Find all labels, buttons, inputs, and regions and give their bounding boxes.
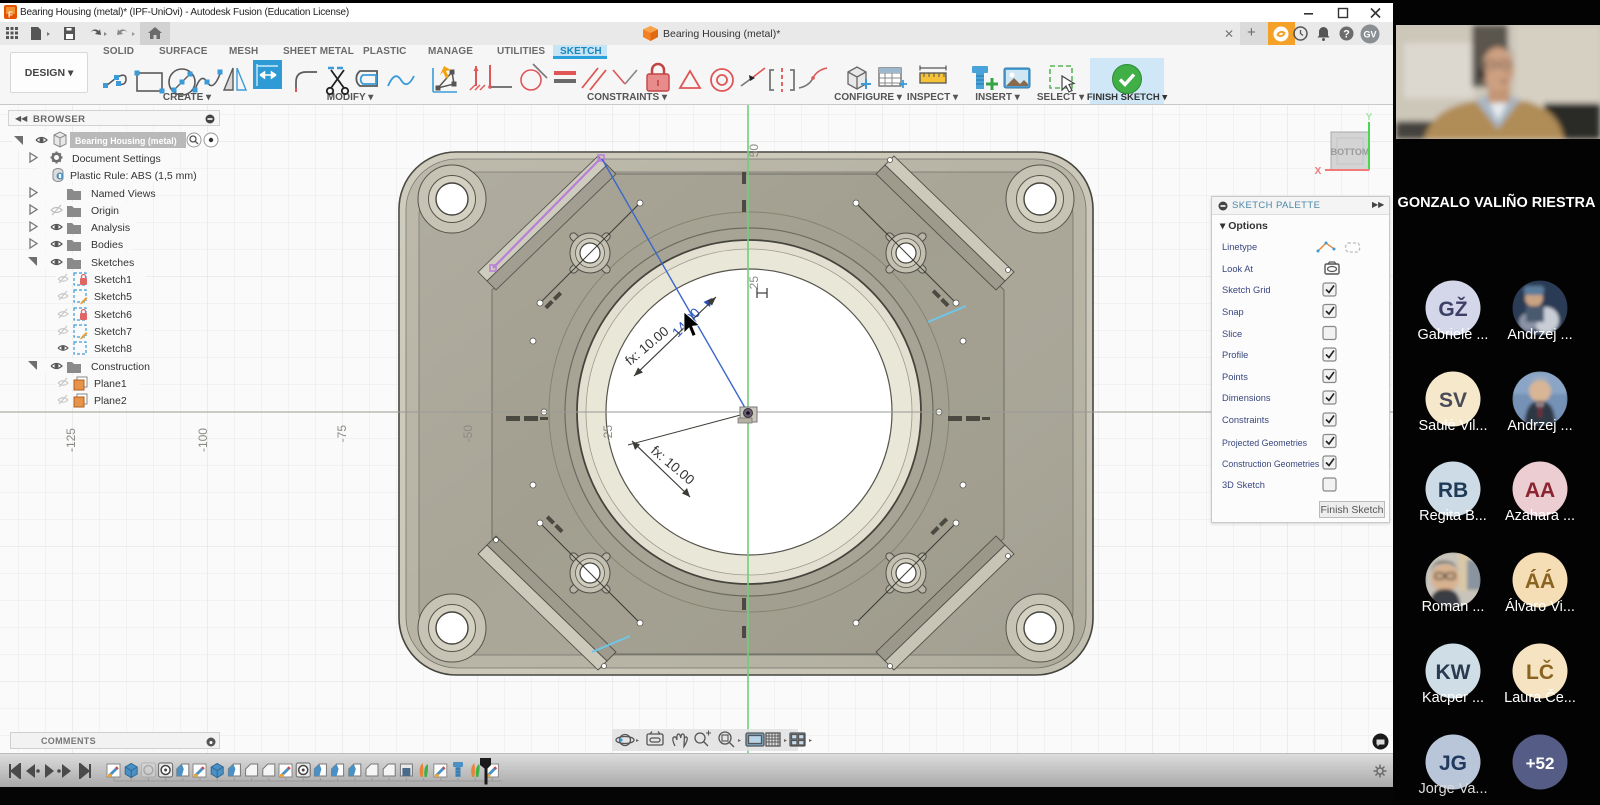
svg-text:LČ: LČ <box>1526 660 1554 684</box>
svg-text:Plastic Rule: ABS (1,5 mm): Plastic Rule: ABS (1,5 mm) <box>70 170 197 182</box>
svg-text:Álvaro Vi...: Álvaro Vi... <box>1505 598 1575 615</box>
svg-text:SV: SV <box>1439 389 1467 412</box>
svg-text:GV: GV <box>1363 30 1376 40</box>
svg-text:Roman ...: Roman ... <box>1422 599 1485 615</box>
svg-text:25: 25 <box>747 276 761 290</box>
svg-text:Sketches: Sketches <box>91 257 134 269</box>
svg-text:-50: -50 <box>461 425 475 443</box>
svg-text:Named Views: Named Views <box>91 188 156 200</box>
svg-text:JG: JG <box>1439 752 1467 775</box>
svg-text:Construction: Construction <box>91 361 150 373</box>
svg-text:50: 50 <box>747 144 761 158</box>
svg-text:BOTTOM: BOTTOM <box>1331 147 1370 157</box>
svg-text:F: F <box>8 11 13 20</box>
svg-text:Plane1: Plane1 <box>94 378 127 390</box>
svg-text:Analysis: Analysis <box>91 222 130 234</box>
svg-text:Sketch1: Sketch1 <box>94 274 132 286</box>
svg-text:?: ? <box>1343 29 1350 41</box>
svg-text:●: ● <box>209 739 213 746</box>
svg-text:Sketch6: Sketch6 <box>94 309 132 321</box>
svg-text:+52: +52 <box>1526 754 1555 773</box>
svg-text:Saulė Vil...: Saulė Vil... <box>1418 418 1487 434</box>
svg-text:Y: Y <box>1366 112 1373 123</box>
svg-text:KW: KW <box>1436 661 1471 684</box>
svg-text:Bodies: Bodies <box>91 239 123 251</box>
svg-text:Bearing Housing (metal): Bearing Housing (metal) <box>75 136 177 146</box>
svg-text:Plane2: Plane2 <box>94 395 127 407</box>
svg-text:Gabrielė ...: Gabrielė ... <box>1418 327 1489 343</box>
svg-text:GŽ: GŽ <box>1438 297 1467 321</box>
svg-text:AA: AA <box>1525 479 1555 502</box>
svg-text:Azahara ...: Azahara ... <box>1505 508 1575 524</box>
svg-text:Document Settings: Document Settings <box>72 153 161 165</box>
svg-text:Andrzej ...: Andrzej ... <box>1507 418 1572 434</box>
svg-text:Origin: Origin <box>91 205 119 217</box>
svg-text:ÁÁ: ÁÁ <box>1525 570 1555 593</box>
svg-text:-75: -75 <box>335 425 349 443</box>
svg-text:Sketch8: Sketch8 <box>94 343 132 355</box>
svg-text:RB: RB <box>1438 479 1468 502</box>
svg-text:-25: -25 <box>601 425 615 443</box>
svg-text:Kacper ...: Kacper ... <box>1422 690 1484 706</box>
svg-text:Regita B...: Regita B... <box>1419 508 1487 524</box>
svg-text:Sketch7: Sketch7 <box>94 326 132 338</box>
svg-text:Jorge Va...: Jorge Va... <box>1418 781 1487 797</box>
svg-text:Sketch5: Sketch5 <box>94 291 132 303</box>
svg-text:Laura Če...: Laura Če... <box>1504 689 1576 706</box>
svg-text:X: X <box>1315 166 1322 177</box>
svg-text:Andrzej ...: Andrzej ... <box>1507 327 1572 343</box>
